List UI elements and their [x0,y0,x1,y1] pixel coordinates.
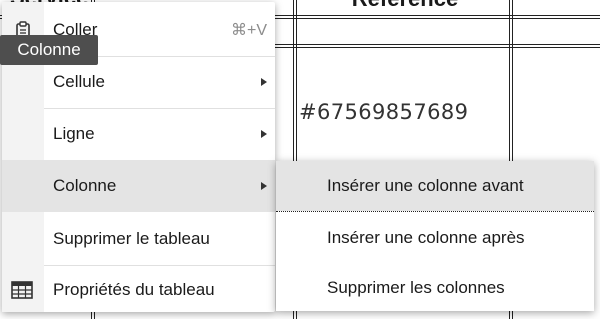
menu-item-label: Supprimer le tableau [53,229,210,248]
submenu-item-label: Supprimer les colonnes [327,278,505,297]
submenu-item-insert-column-before[interactable]: Insérer une colonne avant [276,161,594,211]
menu-item-label: Colonne [53,176,117,195]
table-header-reference: Référence [300,0,510,16]
submenu-arrow-icon [261,182,267,190]
tooltip: Colonne [0,35,98,65]
menu-item-table-properties[interactable]: Propriétés du tableau [2,264,275,316]
table-cell-reference[interactable]: #67569857689 [299,100,509,124]
submenu-item-insert-column-after[interactable]: Insérer une colonne après [276,213,594,263]
submenu-focus-divider [276,211,594,212]
table-icon [11,281,33,299]
menu-item-label: Propriétés du tableau [53,280,215,299]
submenu-arrow-icon [261,130,267,138]
shortcut-hint: ⌘+V [230,22,267,39]
submenu-arrow-icon [261,78,267,86]
menu-item-row[interactable]: Ligne [2,108,275,160]
submenu-item-delete-columns[interactable]: Supprimer les colonnes [276,263,594,313]
menu-item-delete-table[interactable]: Supprimer le tableau [2,213,275,265]
tooltip-text: Colonne [17,40,81,59]
column-submenu: Insérer une colonne avant Insérer une co… [276,161,594,311]
submenu-item-label: Insérer une colonne avant [327,176,524,195]
menu-item-label: Ligne [53,124,95,143]
menu-item-column[interactable]: Colonne [2,160,275,212]
menu-item-label: Cellule [53,72,105,91]
submenu-item-label: Insérer une colonne après [327,228,525,247]
